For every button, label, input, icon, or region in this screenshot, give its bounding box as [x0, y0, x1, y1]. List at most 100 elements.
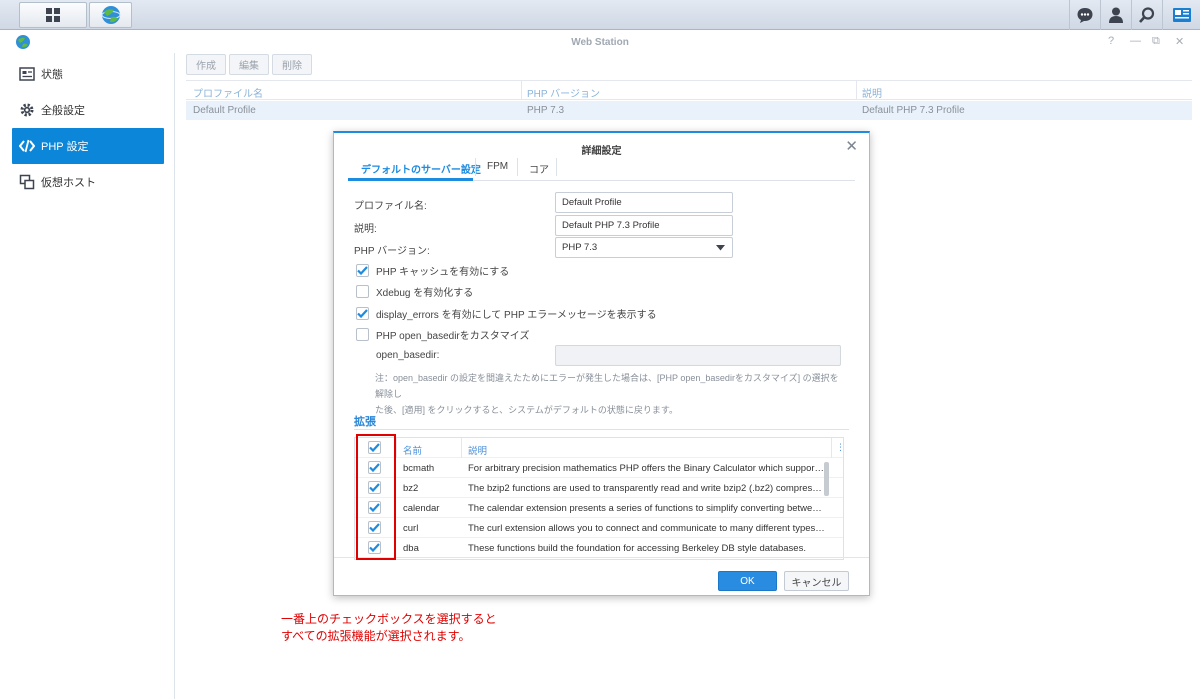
php-cache-option[interactable]: PHP キャッシュを有効にする [356, 263, 509, 278]
xdebug-option[interactable]: Xdebug を有効化する [356, 284, 473, 299]
list-item[interactable]: calendar The calendar extension presents… [355, 498, 843, 518]
extension-description: The calendar extension presents a series… [468, 503, 825, 514]
cancel-button[interactable]: キャンセル [784, 571, 849, 591]
tab-divider [475, 158, 476, 176]
section-divider [354, 429, 849, 430]
display-errors-label: display_errors を有効にして PHP エラーメッセージを表示する [376, 310, 657, 321]
help-icon[interactable]: ? [1108, 35, 1114, 47]
annotation-line: 一番上のチェックボックスを選択すると [281, 612, 497, 626]
minimize-icon[interactable]: — [1130, 35, 1141, 47]
ok-button[interactable]: OK [718, 571, 777, 591]
column-menu-icon[interactable]: ⋮ [836, 442, 843, 453]
web-station-taskbar-button[interactable] [89, 2, 132, 28]
dsm-taskbar [0, 0, 1200, 30]
widgets-button[interactable] [1162, 0, 1200, 30]
column-divider [521, 81, 522, 100]
chat-icon [1077, 8, 1092, 23]
virtual-host-icon [19, 174, 35, 190]
checkmark-icon [357, 309, 368, 318]
column-header-description[interactable]: 説明 [862, 85, 882, 100]
sidebar-item-general-settings[interactable]: 全般設定 [12, 92, 164, 128]
list-item[interactable]: dba These functions build the foundation… [355, 538, 843, 558]
open-basedir-option[interactable]: PHP open_basedirをカスタマイズ [356, 327, 529, 342]
extension-name: dba [403, 543, 419, 554]
grid-menu-icon [46, 8, 60, 22]
column-divider [461, 438, 462, 458]
sidebar-item-php-settings[interactable]: PHP 設定 [12, 128, 164, 164]
column-divider [856, 81, 857, 100]
php-version-label: PHP バージョン: [354, 246, 430, 257]
column-header-php-version[interactable]: PHP バージョン [527, 85, 600, 100]
sidebar-item-label: 仮想ホスト [41, 177, 96, 189]
dialog-footer-divider [334, 557, 869, 558]
open-basedir-input[interactable] [555, 345, 841, 366]
sidebar-item-label: PHP 設定 [41, 141, 89, 153]
scrollbar-thumb[interactable] [824, 462, 829, 496]
tab-core[interactable]: コア [529, 161, 549, 177]
php-version-value: PHP 7.3 [562, 242, 598, 253]
tab-divider [556, 158, 557, 176]
php-cache-label: PHP キャッシュを有効にする [376, 267, 510, 278]
tab-fpm[interactable]: FPM [487, 161, 508, 177]
create-button[interactable]: 作成 [186, 54, 226, 75]
xdebug-label: Xdebug を有効化する [376, 288, 474, 299]
column-header-profile-name[interactable]: プロファイル名 [193, 85, 263, 100]
close-icon[interactable]: ✕ [1175, 35, 1184, 48]
extension-description: These functions build the foundation for… [468, 543, 806, 554]
user-button[interactable] [1100, 0, 1130, 30]
checkmark-icon [357, 266, 368, 275]
code-icon [19, 138, 35, 154]
edit-button[interactable]: 編集 [229, 54, 269, 75]
list-item[interactable]: bcmath For arbitrary precision mathemati… [355, 458, 843, 478]
extensions-section-title: 拡張 [354, 416, 376, 428]
annotation-line: すべての拡張機能が選択されます。 [281, 629, 471, 643]
display-errors-checkbox[interactable] [356, 307, 369, 320]
widgets-icon [1172, 8, 1191, 22]
column-header-description[interactable]: 説明 [468, 443, 487, 457]
tab-default-server-settings[interactable]: デフォルトのサーバー設定 [361, 161, 481, 177]
extension-name: calendar [403, 503, 440, 514]
profile-name-label: プロファイル名: [354, 201, 427, 212]
php-cache-checkbox[interactable] [356, 264, 369, 277]
extension-description: For arbitrary precision mathematics PHP … [468, 463, 825, 474]
dialog-title: 詳細設定 [581, 146, 622, 157]
profile-name-input[interactable]: Default Profile [555, 192, 733, 213]
tab-divider [517, 158, 518, 176]
search-icon [1138, 7, 1154, 23]
main-menu-button[interactable] [19, 2, 87, 28]
chevron-down-icon [716, 245, 725, 251]
window-title: Web Station [571, 37, 629, 48]
sidebar-item-label: 状態 [41, 69, 63, 81]
open-basedir-custom-label: PHP open_basedirをカスタマイズ [376, 331, 530, 342]
list-item[interactable]: bz2 The bzip2 functions are used to tran… [355, 478, 843, 498]
window-titlebar[interactable]: Web Station ? — ⧉ ✕ [0, 31, 1200, 53]
open-basedir-note: 注：open_basedir の設定を間違えたためにエラーが発生した場合は、[P… [375, 370, 845, 418]
display-errors-option[interactable]: display_errors を有効にして PHP エラーメッセージを表示する [356, 306, 657, 321]
maximize-icon[interactable]: ⧉ [1152, 35, 1160, 48]
note-line: 注：open_basedir の設定を間違えたためにエラーが発生した場合は、[P… [375, 373, 839, 399]
extension-name: bz2 [403, 483, 419, 494]
advanced-settings-dialog: 詳細設定 ✕ デフォルトのサーバー設定 FPM コア プロファイル名: Defa… [333, 131, 870, 596]
note-line: た後、[適用] をクリックすると、システムがデフォルトの状態に戻ります。 [375, 405, 678, 415]
cell-php-version: PHP 7.3 [527, 105, 565, 116]
delete-button[interactable]: 削除 [272, 54, 312, 75]
list-item[interactable]: curl The curl extension allows you to co… [355, 518, 843, 538]
search-button[interactable] [1131, 0, 1161, 30]
gear-icon [19, 102, 35, 118]
active-tab-indicator [348, 178, 473, 181]
column-header-name[interactable]: 名前 [403, 443, 422, 457]
column-divider [831, 438, 832, 458]
php-version-select[interactable]: PHP 7.3 [555, 237, 733, 258]
description-label: 説明: [354, 224, 377, 235]
sidebar-item-status[interactable]: 状態 [12, 56, 164, 92]
highlight-box [356, 434, 396, 560]
profile-table-header: プロファイル名 PHP バージョン 説明 [186, 80, 1192, 100]
table-row[interactable]: Default Profile PHP 7.3 Default PHP 7.3 … [186, 101, 1192, 120]
chat-button[interactable] [1069, 0, 1099, 30]
close-icon[interactable]: ✕ [845, 137, 858, 155]
open-basedir-checkbox[interactable] [356, 328, 369, 341]
sidebar-item-virtual-host[interactable]: 仮想ホスト [12, 164, 164, 200]
xdebug-checkbox[interactable] [356, 285, 369, 298]
description-input[interactable]: Default PHP 7.3 Profile [555, 215, 733, 236]
column-divider [396, 438, 397, 458]
